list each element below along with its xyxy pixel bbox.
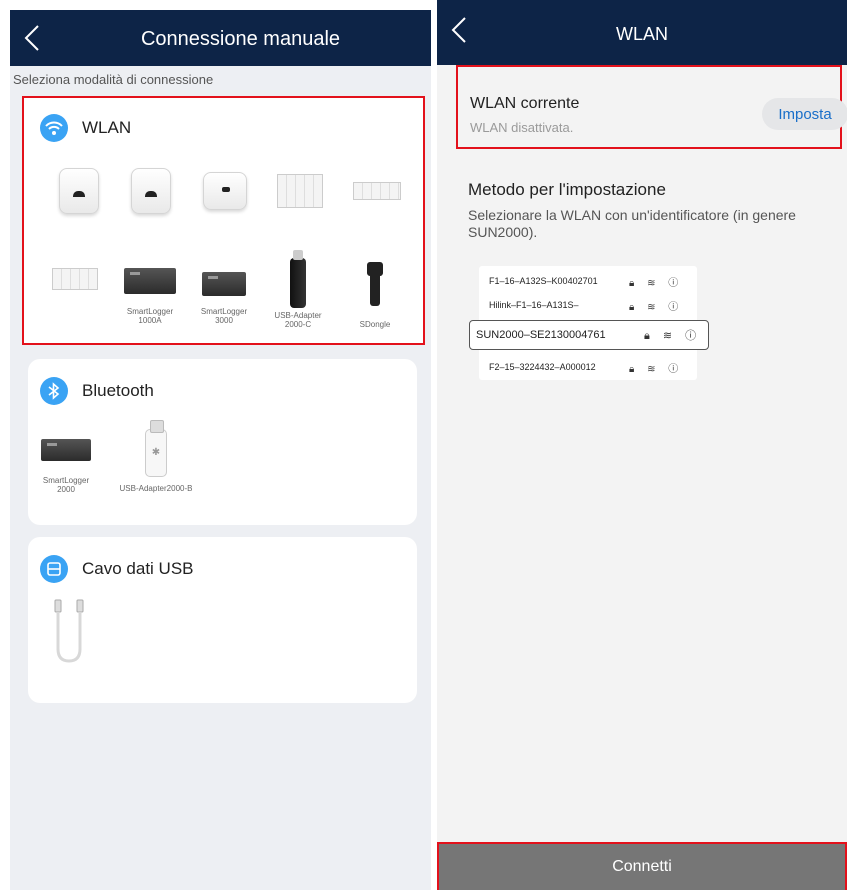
connect-button[interactable]: Connetti: [437, 842, 847, 890]
wlan-example-row: Hilink–F1–16–A131S– 🔒︎ ≋ ⓘ: [489, 300, 684, 313]
wlan-screen: WLAN WLAN corrente WLAN disattivata. Imp…: [437, 0, 847, 890]
wlan-title: WLAN: [82, 118, 132, 137]
inverter-icon: [131, 168, 171, 214]
cabinet-icon: [353, 182, 401, 200]
device-usb-adapter-2000c[interactable]: USB-Adapter 2000-C: [272, 250, 324, 329]
device-smart-array[interactable]: [50, 268, 100, 293]
device-inverter-pair[interactable]: [276, 174, 324, 211]
device-inverter-3[interactable]: [202, 172, 248, 213]
lock-wifi-info-icons: 🔒︎ ≋ ⓘ: [629, 302, 684, 313]
usb-adapter-icon: [290, 250, 306, 308]
lock-wifi-info-icons: 🔒︎ ≋ ⓘ: [629, 278, 684, 289]
smartlogger-icon: [124, 268, 176, 294]
screenshot: Connessione manuale Seleziona modalità d…: [0, 0, 847, 890]
setup-method-title: Metodo per l'impostazione: [468, 180, 666, 199]
smartlogger-icon: [202, 272, 246, 296]
page-title: WLAN: [615, 24, 668, 44]
bluetooth-title: Bluetooth: [82, 381, 154, 400]
imposta-button[interactable]: Imposta: [762, 98, 847, 130]
inverter-pair-icon: [277, 174, 323, 208]
setup-method-description: Selezionare la WLAN con un'identificator…: [468, 207, 796, 240]
wlan-example-row: F1–16–A132S–K00402701 🔒︎ ≋ ⓘ: [489, 276, 684, 289]
top-bar: WLAN: [437, 0, 847, 65]
inverter-icon: [203, 172, 247, 210]
wlan-example-row-selected: SUN2000–SE2130004761 🔒︎ ≋ ⓘ: [469, 320, 709, 350]
current-wlan-title: WLAN corrente: [470, 95, 580, 112]
lock-wifi-info-icons: 🔒︎ ≋ ⓘ: [629, 364, 684, 375]
wlan-example-list: F1–16–A132S–K00402701 🔒︎ ≋ ⓘ Hilink–F1–1…: [469, 266, 709, 380]
usb-title: Cavo dati USB: [82, 559, 194, 578]
bluetooth-card[interactable]: Bluetooth SmartLogger 2000 ✱ USB-Adapter…: [28, 359, 417, 525]
device-smartlogger-1000a[interactable]: SmartLogger 1000A: [122, 268, 178, 325]
usb-cable-card[interactable]: Cavo dati USB: [28, 537, 417, 703]
current-wlan-status: WLAN disattivata.: [470, 120, 574, 135]
usb-cable-icon: [54, 599, 84, 663]
device-inverter-2[interactable]: [130, 168, 172, 217]
current-wlan-section: WLAN corrente WLAN disattivata. Imposta: [456, 65, 847, 149]
device-sdongle[interactable]: SDongle: [350, 262, 400, 329]
device-inverter-1[interactable]: [58, 168, 100, 217]
device-smartlogger-3000[interactable]: SmartLogger 3000: [198, 272, 250, 325]
wlan-example-row: F2–15–3224432–A000012 🔒︎ ≋ ⓘ: [489, 362, 684, 375]
device-cabinet[interactable]: [352, 182, 402, 203]
manual-connection-screen: Connessione manuale Seleziona modalità d…: [10, 10, 431, 890]
wlan-card[interactable]: WLAN SmartLogger 1000A SmartLogger 3000 …: [22, 96, 425, 345]
top-bar: Connessione manuale: [10, 10, 431, 66]
device-smartlogger-2000[interactable]: SmartLogger 2000: [36, 439, 96, 494]
usb-icon: [40, 555, 68, 583]
array-icon: [52, 268, 98, 290]
connection-mode-hint: Seleziona modalità di connessione: [13, 72, 214, 87]
usb-adapter-icon: ✱: [145, 420, 167, 477]
device-usb-adapter-2000b[interactable]: ✱ USB-Adapter2000-B: [112, 420, 200, 493]
wifi-icon: [40, 114, 68, 142]
lock-wifi-info-icons: 🔒︎ ≋ ⓘ: [644, 330, 702, 342]
bluetooth-icon: [40, 377, 68, 405]
smartlogger-icon: [41, 439, 91, 461]
sdongle-icon: [367, 262, 383, 306]
inverter-icon: [59, 168, 99, 214]
page-title: Connessione manuale: [140, 28, 341, 50]
